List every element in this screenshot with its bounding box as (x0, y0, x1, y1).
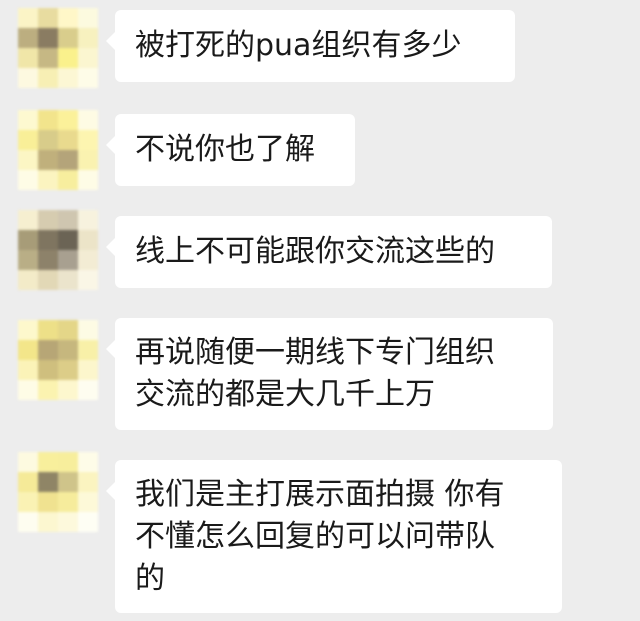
message-bubble[interactable]: 被打死的pua组织有多少 (106, 10, 515, 82)
avatar[interactable] (18, 8, 98, 88)
avatar[interactable] (18, 110, 98, 190)
message-text: 交流的都是大几千上万 (135, 377, 435, 412)
avatar[interactable] (18, 210, 98, 290)
message-text: 再说随便一期线下专门组织 (135, 335, 495, 370)
avatar[interactable] (18, 320, 98, 400)
message-text: 的 (135, 561, 165, 596)
message-text: 不懂怎么回复的可以问带队 (135, 519, 495, 554)
message-text: 不说你也了解 (135, 132, 315, 167)
message-text: 线上不可能跟你交流这些的 (135, 234, 495, 269)
message-bubble[interactable]: 不说你也了解 (106, 114, 355, 186)
message-text: 我们是主打展示面拍摄 你有 (135, 477, 505, 512)
message-bubble[interactable]: 线上不可能跟你交流这些的 (106, 216, 552, 288)
message-bubble[interactable]: 我们是主打展示面拍摄 你有 不懂怎么回复的可以问带队 的 (106, 460, 562, 613)
message-text: 被打死的pua组织有多少 (135, 28, 462, 63)
message-bubble[interactable]: 再说随便一期线下专门组织 交流的都是大几千上万 (106, 318, 553, 430)
avatar[interactable] (18, 452, 98, 532)
